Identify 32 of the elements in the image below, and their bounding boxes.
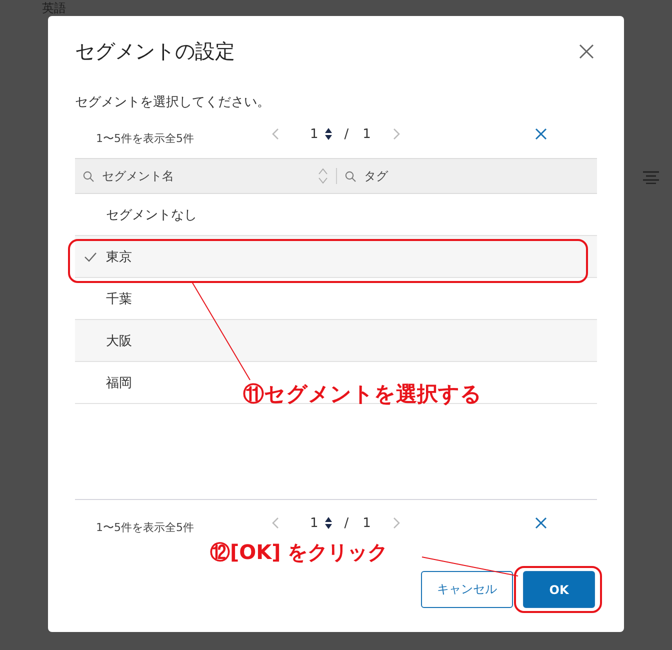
segment-name: 千葉 [106,290,132,308]
annotation-text: ⑫[OK] をクリック [210,539,388,566]
align-icon [643,171,659,184]
cancel-button[interactable]: キャンセル [421,571,513,608]
page-total: 1 [362,516,371,530]
page-number: 1 [310,516,318,530]
result-count: 1〜5件を表示全5件 [96,130,195,146]
sort-icon[interactable] [318,168,328,184]
close-icon[interactable] [579,44,594,59]
page-separator: / [344,126,349,142]
dialog-title: セグメントの設定 [75,38,235,65]
instruction-text: セグメントを選択してください。 [75,94,271,111]
segment-name: セグメントなし [106,206,197,224]
page-separator: / [344,516,349,530]
page-total: 1 [362,126,371,142]
segment-name: 大阪 [106,332,132,350]
ok-button[interactable]: OK [523,571,595,608]
search-icon[interactable] [83,170,94,182]
segment-row[interactable]: 大阪 [75,320,597,362]
column-heading[interactable]: セグメント名 [102,168,310,184]
check-icon [84,252,97,262]
result-count: 1〜5件を表示全5件 [96,520,195,534]
segment-name: 福岡 [106,374,132,392]
segment-name: 東京 [106,248,132,266]
search-icon[interactable] [345,170,356,182]
column-heading[interactable]: タグ [364,168,597,184]
clear-icon[interactable] [535,128,547,140]
page-number: 1 [310,126,318,142]
clear-icon[interactable] [535,517,547,529]
page-stepper-icon[interactable] [325,128,332,140]
page-stepper-icon[interactable] [325,517,332,529]
segment-row[interactable]: 東京 [75,236,597,278]
